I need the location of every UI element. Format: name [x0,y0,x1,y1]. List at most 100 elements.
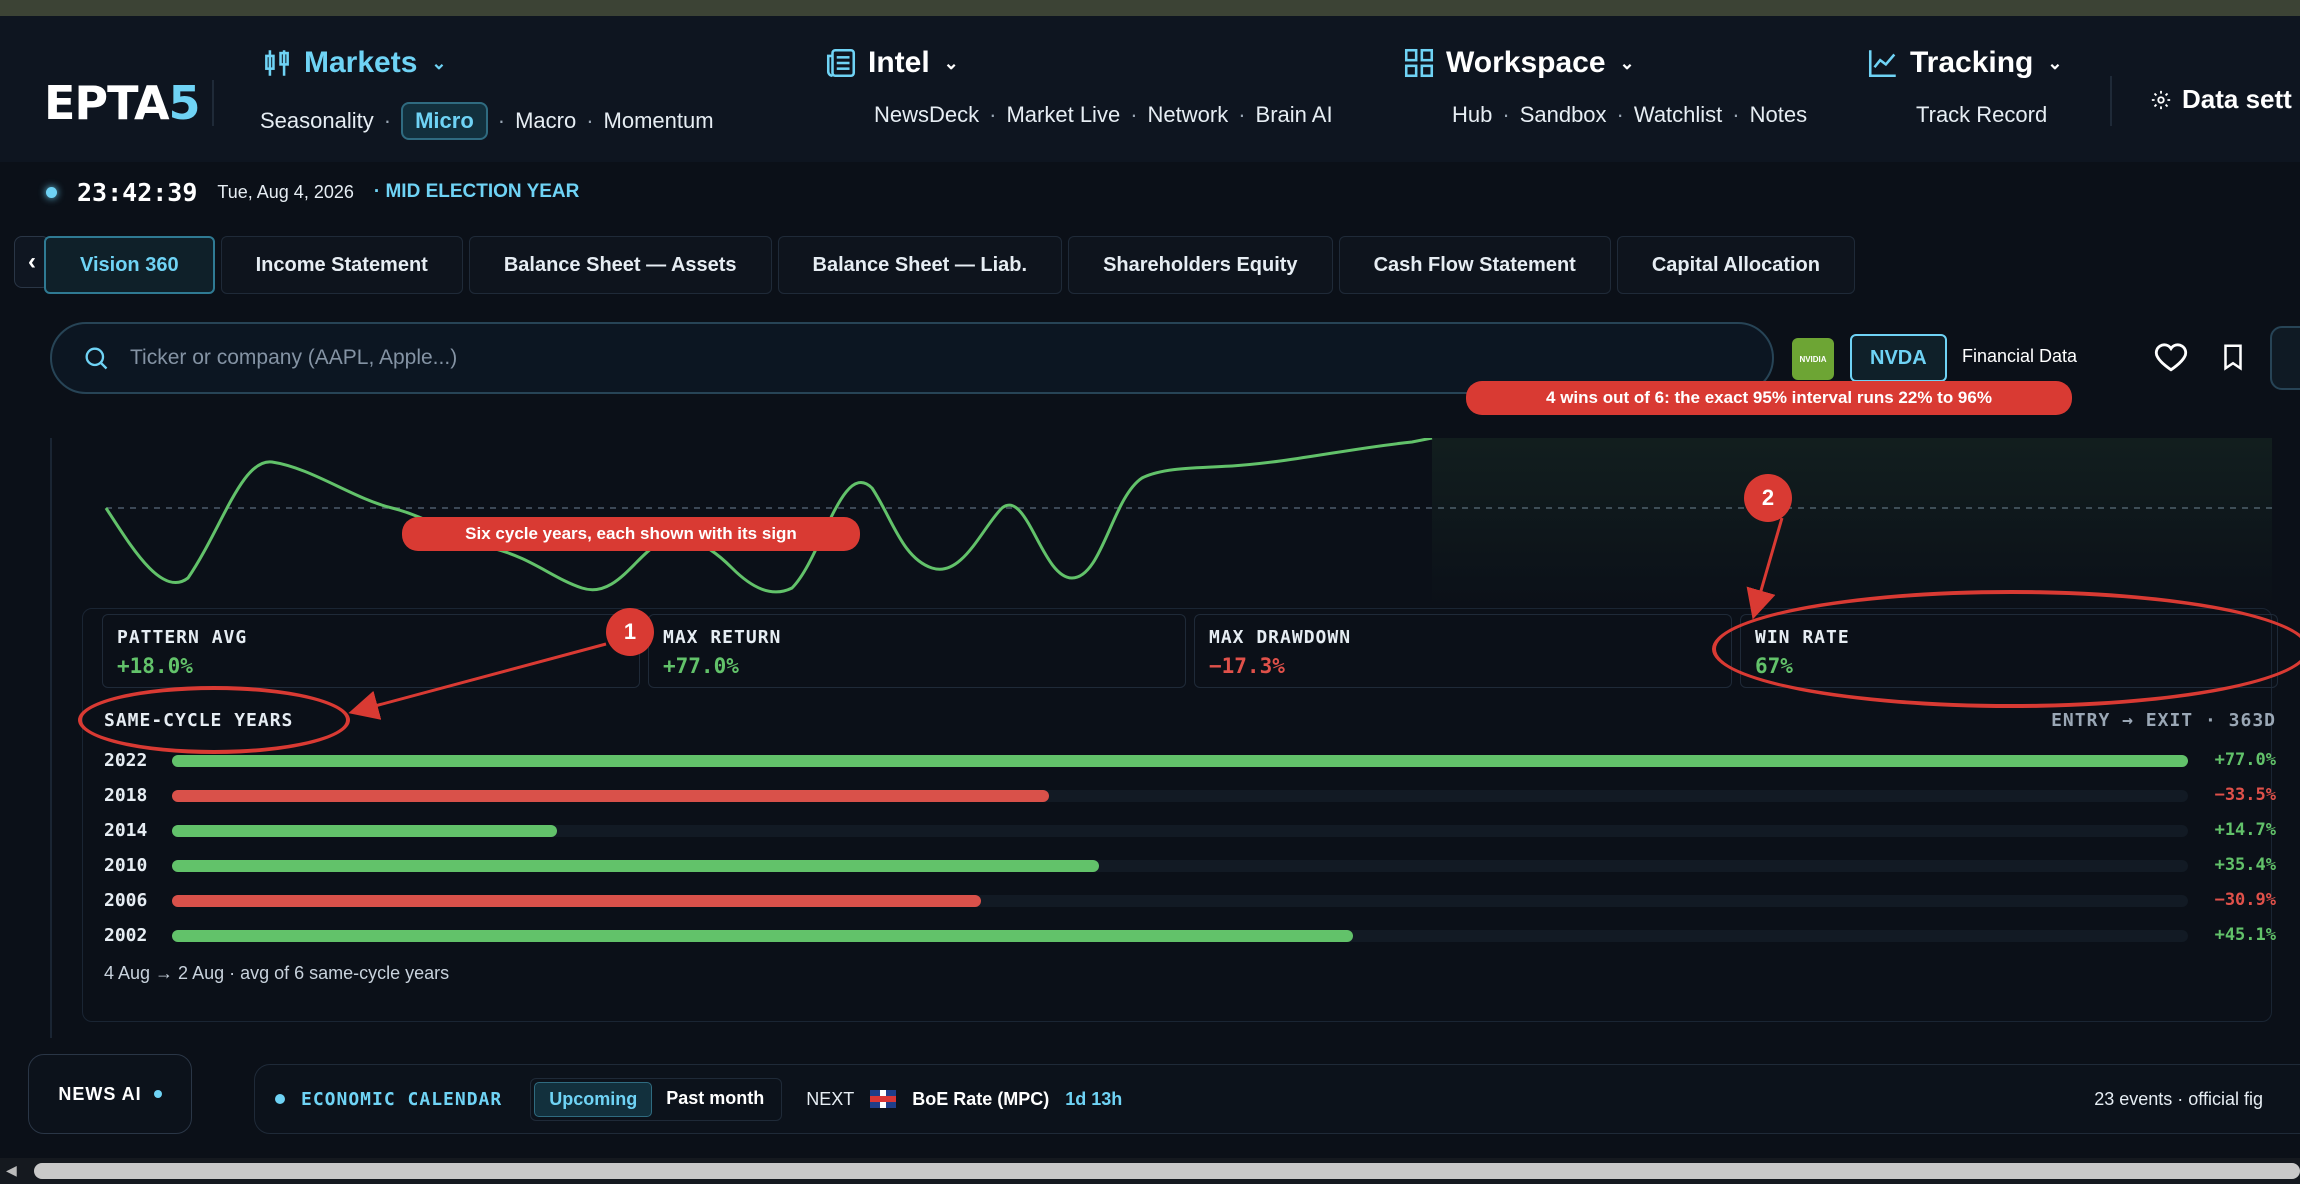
date: Tue, Aug 4, 2026 [217,181,354,202]
year-return: −30.9% [2214,890,2276,910]
subnav-watchlist[interactable]: Watchlist [1634,102,1722,128]
search-icon [85,347,108,370]
intel-subnav: NewsDeck · Market Live · Network · Brain AI [874,102,1333,128]
economic-calendar-title: ECONOMIC CALENDAR [301,1088,503,1110]
year-label: 2018 [104,785,148,806]
financial-data-label: Financial Data [1962,346,2078,366]
app-logo[interactable]: EPTA5 [44,76,201,130]
data-settings-button[interactable]: Data sett [2150,84,2292,115]
clock: 23:42:39 [77,177,198,207]
nav-tracking[interactable]: Tracking ⌄ [1866,46,2062,80]
tab-capital-allocation[interactable]: Capital Allocation [1616,236,1855,294]
year-bar [172,755,2188,767]
next-event-countdown: 1d 13h [1065,1088,1123,1109]
subnav-market-live[interactable]: Market Live [1006,102,1120,128]
year-return: +45.1% [2214,925,2276,945]
subnav-notes[interactable]: Notes [1750,102,1807,128]
election-cycle-label: · MID ELECTION YEAR [373,181,580,202]
next-event-name[interactable]: BoE Rate (MPC) [912,1089,1049,1110]
year-row: 2002 +45.1% [104,925,2276,946]
top-navbar: EPTA5 Markets ⌄ Seasonality · Micro · Macro… [0,16,2300,162]
nav-group-intel: Intel ⌄ NewsDeck · Market Live · Network · B… [824,46,1333,128]
year-label: 2002 [104,925,148,946]
tab-balance-sheet-assets[interactable]: Balance Sheet — Assets [468,236,772,294]
subnav-seasonality[interactable]: Seasonality [260,108,374,134]
past-month-button[interactable]: Past month [652,1082,778,1117]
subnav-hub[interactable]: Hub [1452,102,1492,128]
nav-divider [2110,76,2112,126]
subnav-micro[interactable]: Micro [401,102,488,140]
year-row: 2006 −30.9% [104,890,2276,911]
year-return: +77.0% [2214,750,2276,770]
events-count: 23 events · official fig [2094,1088,2263,1109]
bookmark-icon[interactable] [2218,340,2248,374]
year-bar [172,825,557,837]
year-row: 2022 +77.0% [104,750,2276,771]
upcoming-button[interactable]: Upcoming [534,1081,653,1117]
year-label: 2014 [104,820,148,841]
horizontal-scrollbar[interactable]: ◀ [0,1158,2300,1184]
scrollbar-thumb[interactable] [34,1163,2300,1179]
subnav-network[interactable]: Network [1148,102,1229,128]
tab-cash-flow-statement[interactable]: Cash Flow Statement [1338,236,1611,294]
tab-shareholders-equity[interactable]: Shareholders Equity [1068,236,1333,294]
nav-group-tracking: Tracking ⌄ Track Record [1866,46,2062,128]
year-return: +35.4% [2214,855,2276,875]
year-label: 2010 [104,855,148,876]
news-ai-button[interactable]: NEWS AI [28,1054,192,1134]
calendar-dot-icon [275,1094,285,1104]
nav-intel[interactable]: Intel ⌄ [824,46,1333,80]
year-row: 2010 +35.4% [104,855,2276,876]
tab-vision-360[interactable]: Vision 360 [44,236,215,294]
year-bar [172,895,981,907]
stat-max-return: MAX RETURN +77.0% [648,614,1186,688]
tab-balance-sheet-liab[interactable]: Balance Sheet — Liab. [777,236,1063,294]
entry-exit-label: ENTRY → EXIT · 363D [2051,710,2276,731]
annotation-note-top: 4 wins out of 6: the exact 95% interval … [1466,381,2072,415]
chevron-down-icon[interactable]: ⌄ [944,53,959,74]
subnav-momentum[interactable]: Momentum [604,108,714,134]
stat-pattern-avg: PATTERN AVG +18.0% [102,614,640,688]
economic-calendar-bar: ECONOMIC CALENDAR Upcoming Past month NE… [254,1064,2300,1134]
year-bar-track [172,860,2188,872]
nav-markets[interactable]: Markets ⌄ [260,46,714,80]
ticker-badge[interactable]: NVDA [1850,334,1947,382]
status-bar: 23:42:39 Tue, Aug 4, 2026 · MID ELECTION… [0,162,2300,222]
chevron-down-icon[interactable]: ⌄ [1620,53,1635,74]
markets-subnav: Seasonality · Micro · Macro · Momentum [260,102,714,140]
chevron-down-icon[interactable]: ⌄ [2047,53,2062,74]
candlestick-icon [265,50,289,76]
live-dot-icon [46,186,57,198]
subnav-track-record[interactable]: Track Record [1916,102,2047,128]
chevron-down-icon[interactable]: ⌄ [431,53,446,74]
subnav-macro[interactable]: Macro [515,108,576,134]
subnav-brain-ai[interactable]: Brain AI [1256,102,1333,128]
annotation-note-chart: Six cycle years, each shown with its sig… [402,517,860,551]
year-bar-track [172,825,2188,837]
nav-group-markets: Markets ⌄ Seasonality · Micro · Macro · Mome… [260,46,714,140]
workspace-subnav: Hub · Sandbox · Watchlist · Notes [1452,102,1808,128]
year-return: −33.5% [2214,785,2276,805]
scroll-left-icon[interactable]: ◀ [6,1162,17,1179]
year-return: +14.7% [2214,820,2276,840]
calendar-range-toggle: Upcoming Past month [530,1077,783,1121]
search-input[interactable] [130,346,1630,370]
tab-income-statement[interactable]: Income Statement [220,236,463,294]
subnav-newsdeck[interactable]: NewsDeck [874,102,979,128]
annotation-badge-1: 1 [606,608,654,656]
year-label: 2022 [104,750,148,771]
nav-group-workspace: Workspace ⌄ Hub · Sandbox · Watchlist · Note… [1402,46,1807,128]
newspaper-icon [826,48,856,78]
year-label: 2006 [104,890,148,911]
uk-flag-icon [870,1090,897,1108]
annotation-ring-years [78,686,350,754]
nav-workspace[interactable]: Workspace ⌄ [1402,46,1807,80]
heart-icon[interactable] [2154,340,2188,374]
seasonality-panel [50,438,2300,1038]
year-bar-track [172,930,2188,942]
logo-divider [212,80,214,126]
subnav-sandbox[interactable]: Sandbox [1520,102,1607,128]
all-toggle[interactable]: Al [2270,326,2300,390]
trend-chart-icon [1868,50,1896,78]
year-bar-track [172,755,2188,767]
